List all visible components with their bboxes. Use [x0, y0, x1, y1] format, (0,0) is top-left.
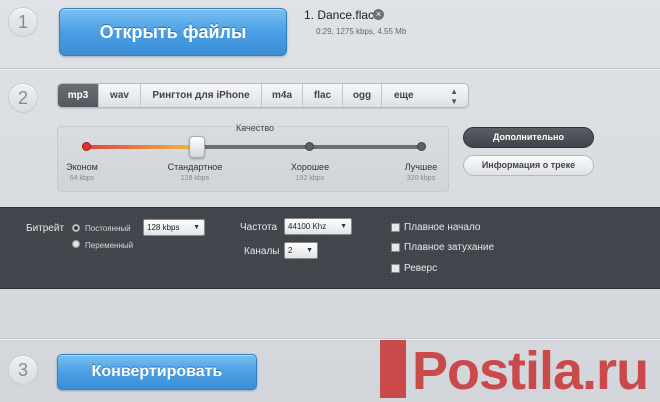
- step-1-number: 1: [8, 7, 38, 37]
- quality-track-fill: [86, 145, 202, 149]
- frequency-select[interactable]: 44100 Khz ▼: [284, 218, 352, 235]
- frequency-label: Частота: [240, 222, 278, 233]
- tab-m4a[interactable]: m4a: [262, 84, 303, 107]
- fade-out-label: Плавное затухание: [404, 242, 495, 253]
- file-name: 1. Dance.flac: [304, 8, 375, 22]
- bitrate-constant-radio[interactable]: [72, 224, 80, 232]
- bitrate-select-value: 128 kbps: [147, 223, 180, 232]
- quality-panel: [57, 126, 449, 192]
- channels-label: Каналы: [244, 246, 280, 257]
- format-tabs: mp3 wav Рингтон для iPhone m4a flac ogg …: [57, 83, 469, 108]
- bitrate-variable-label: Переменный: [85, 241, 134, 250]
- watermark-logo: Postila.ru: [412, 341, 649, 401]
- advanced-settings-panel: Битрейт Постоянный Переменный 128 kbps ▼…: [0, 207, 660, 289]
- chevron-down-icon: ▼: [306, 247, 313, 254]
- step-3-number: 3: [8, 355, 38, 385]
- bitrate-variable-radio[interactable]: [72, 240, 80, 248]
- quality-slider-handle[interactable]: [189, 136, 205, 158]
- quality-tick-economy[interactable]: [82, 142, 91, 151]
- bitrate-constant-label: Постоянный: [85, 224, 131, 233]
- advanced-button[interactable]: Дополнительно: [463, 127, 594, 148]
- open-files-button[interactable]: Открыть файлы: [59, 8, 287, 56]
- quality-bitrate-standard: 128 kbps: [180, 175, 210, 182]
- tab-ringtone-iphone[interactable]: Рингтон для iPhone: [141, 84, 262, 107]
- chevron-down-icon: ▼: [193, 224, 200, 231]
- tab-more[interactable]: еще ▲ ▼: [382, 84, 468, 107]
- quality-label-good: Хорошее: [290, 162, 330, 172]
- tab-ogg[interactable]: ogg: [343, 84, 382, 107]
- bitrate-select[interactable]: 128 kbps ▼: [143, 219, 205, 236]
- channels-select-value: 2: [288, 246, 293, 255]
- convert-button[interactable]: Конвертировать: [57, 354, 257, 390]
- tab-flac[interactable]: flac: [303, 84, 343, 107]
- quality-label-standard: Стандартное: [167, 162, 223, 172]
- step-2-number: 2: [8, 83, 38, 113]
- close-icon[interactable]: ×: [373, 9, 384, 20]
- bitrate-label: Битрейт: [26, 223, 65, 234]
- reverse-checkbox[interactable]: [391, 264, 400, 273]
- track-info-button[interactable]: Информация о треке: [463, 155, 594, 176]
- reverse-label: Реверс: [404, 263, 438, 274]
- quality-bitrate-good: 192 kbps: [295, 175, 325, 182]
- tab-mp3[interactable]: mp3: [58, 84, 99, 107]
- fade-in-label: Плавное начало: [404, 222, 481, 233]
- quality-label-economy: Эконом: [66, 162, 98, 172]
- quality-tick-best[interactable]: [417, 142, 426, 151]
- tab-wav[interactable]: wav: [99, 84, 141, 107]
- fade-in-checkbox[interactable]: [391, 223, 400, 232]
- quality-bitrate-economy: 64 kbps: [69, 175, 95, 182]
- up-down-arrows-icon: ▲ ▼: [450, 87, 458, 106]
- fade-out-checkbox[interactable]: [391, 243, 400, 252]
- divider-1: [0, 68, 660, 70]
- quality-label-best: Лучшее: [404, 162, 438, 172]
- channels-select[interactable]: 2 ▼: [284, 242, 318, 259]
- quality-bitrate-best: 320 kbps: [406, 175, 436, 182]
- tab-more-label: еще: [394, 90, 414, 101]
- quality-tick-good[interactable]: [305, 142, 314, 151]
- file-meta: 0:29, 1275 kbps, 4.55 Mb: [316, 27, 407, 36]
- watermark-block-left: [380, 340, 406, 398]
- quality-title: Качество: [233, 123, 278, 133]
- chevron-down-icon: ▼: [340, 223, 347, 230]
- frequency-select-value: 44100 Khz: [288, 222, 327, 231]
